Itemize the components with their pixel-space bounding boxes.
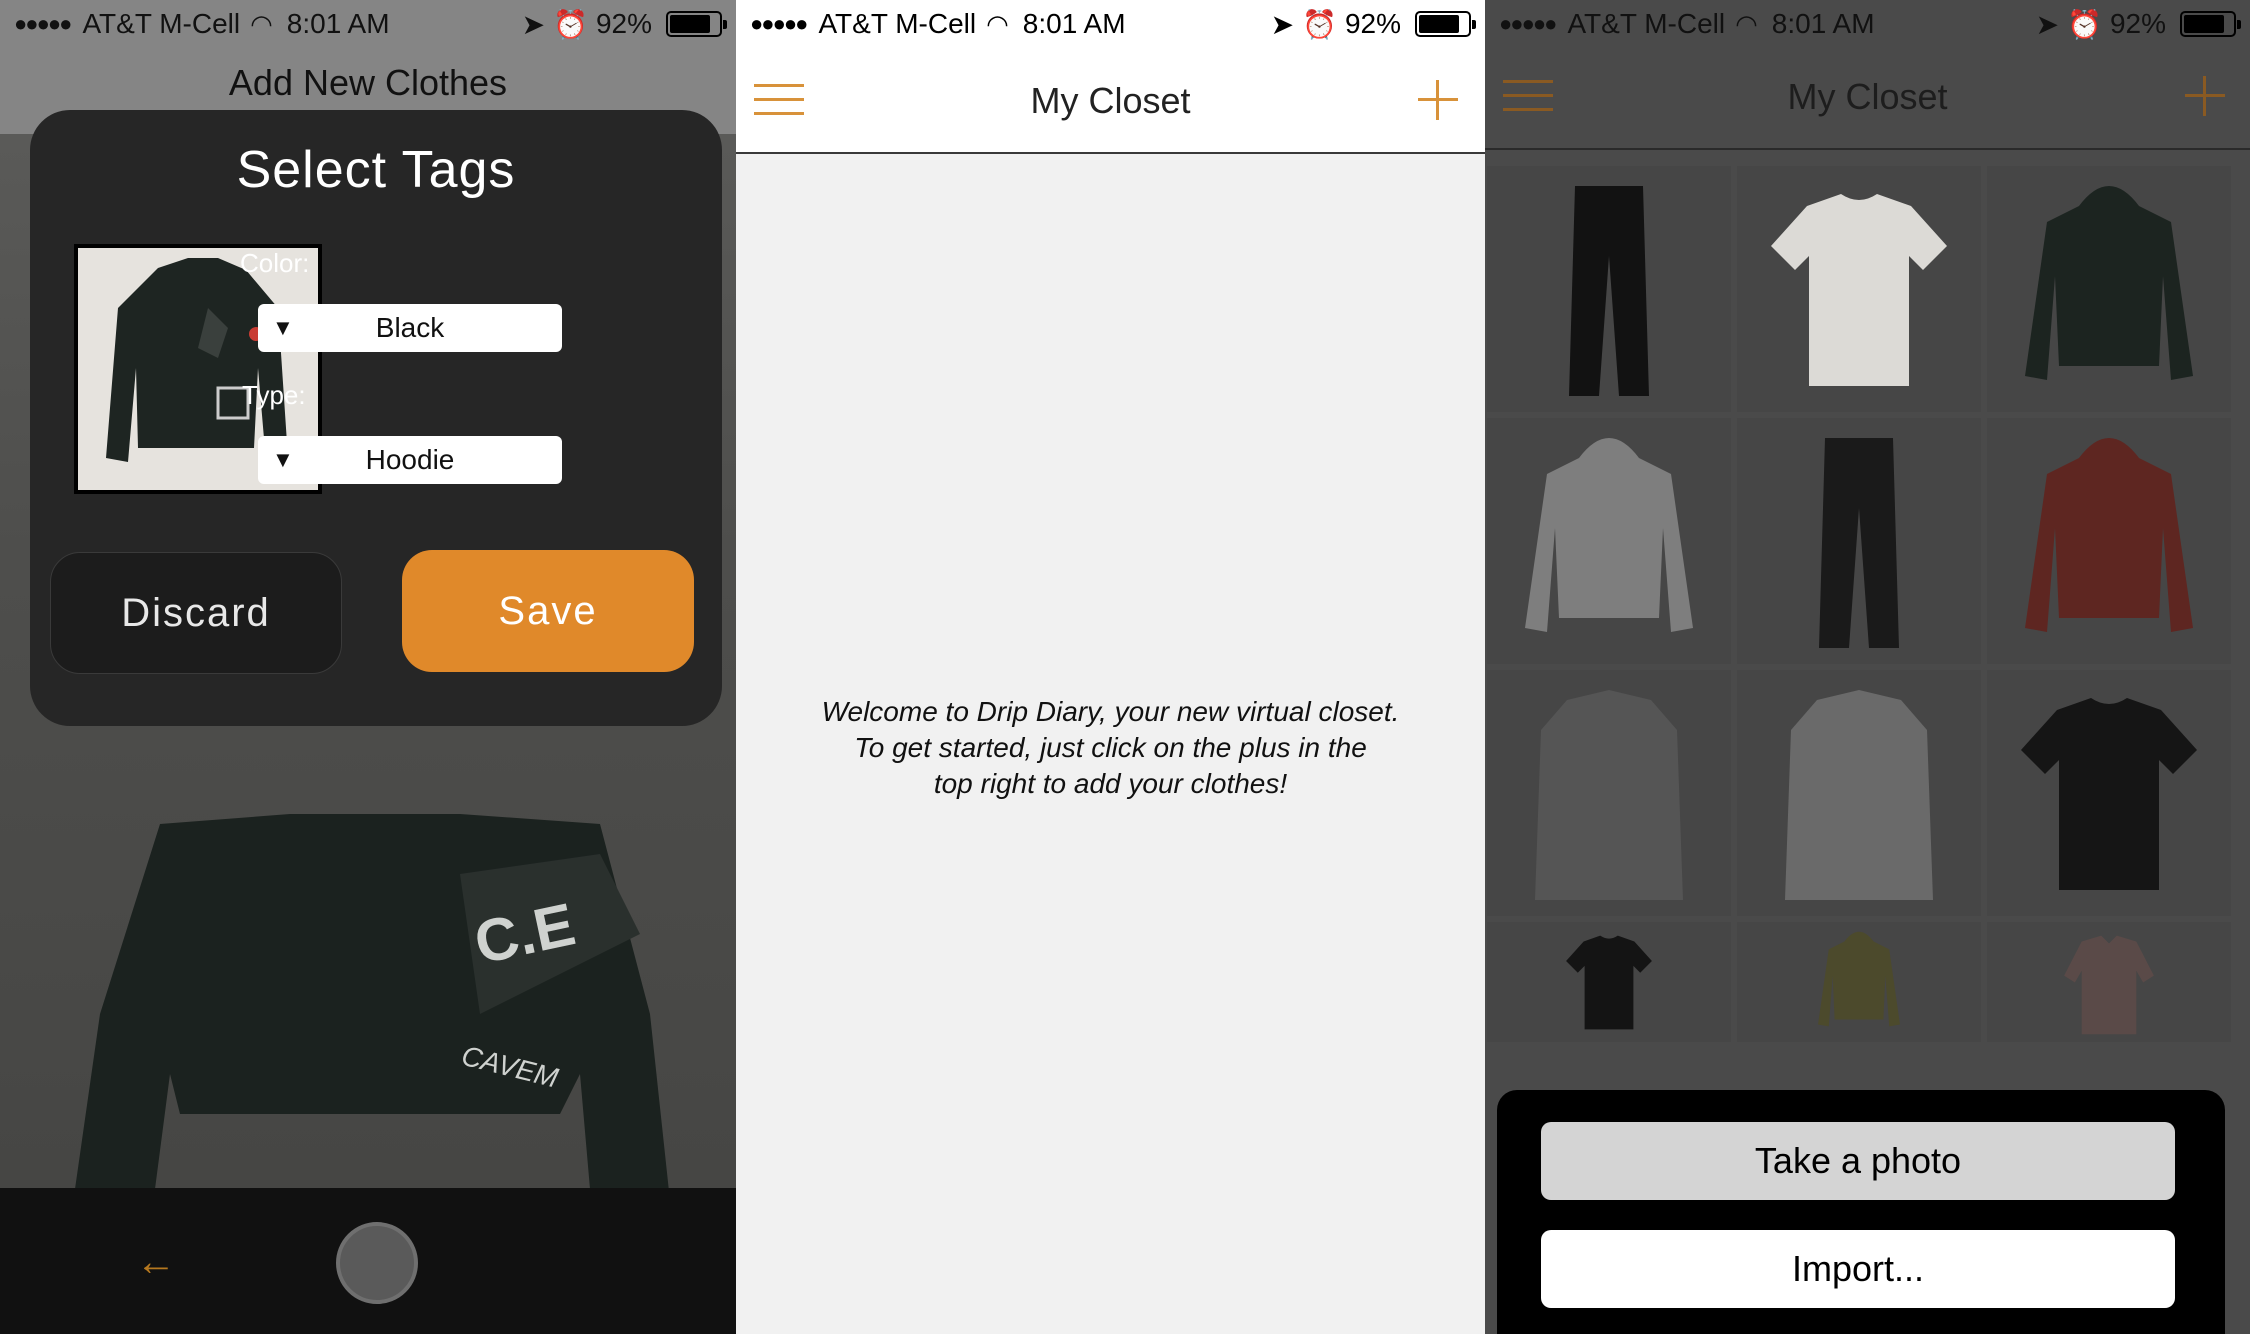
clothing-photo [1569,186,1649,396]
welcome-line: To get started, just click on the plus i… [854,732,1367,763]
clothing-photo [1525,438,1693,632]
location-icon: ➤ [2035,8,2060,40]
location-icon: ➤ [521,8,546,40]
clothing-photo [2021,698,2197,890]
clothing-photo [1819,438,1899,648]
welcome-line: Welcome to Drip Diary, your new virtual … [821,696,1400,727]
wifi-icon: ◠ [1735,8,1758,39]
dropdown-arrow-icon: ▼ [272,447,294,472]
add-action-sheet: Take a photo Import... [1497,1090,2225,1334]
carrier-label: AT&T M-Cell [818,8,977,39]
wifi-icon: ◠ [250,8,273,39]
page-title: My Closet [1787,76,1948,117]
clothing-photo [2064,935,2154,1035]
alarm-icon: ⏰ [553,8,588,40]
page-title: My Closet [1030,80,1191,121]
closet-item-gradient-coat[interactable] [1737,670,1981,916]
status-bar: ●●●●● AT&T M-Cell ◠ 8:01 AM ➤ ⏰ 92% [1485,0,2250,48]
clothing-photo [1535,690,1683,900]
closet-item-burgundy-turtleneck[interactable] [1987,418,2231,664]
nav-bar: My Closet [1485,44,2250,150]
closet-item-black-jeans[interactable] [1487,166,1731,412]
carrier-label: AT&T M-Cell [82,8,241,39]
add-clothes-screen: ●●●●● AT&T M-Cell ◠ 8:01 AM ➤ ⏰ 92% Add … [0,0,736,1334]
signal-icon: ●●●●● [1499,11,1557,36]
clothing-photo [1566,935,1652,1030]
clock: 8:01 AM [1771,8,1875,39]
location-icon: ➤ [1270,8,1295,40]
alarm-icon: ⏰ [2067,8,2102,40]
wifi-icon: ◠ [986,8,1009,39]
closet-item-grey-hoodie[interactable] [1487,418,1731,664]
signal-icon: ●●●●● [14,11,72,36]
clock: 8:01 AM [286,8,390,39]
status-bar: ●●●●● AT&T M-Cell ◠ 8:01 AM ➤ ⏰ 92% [0,0,736,48]
signal-icon: ●●●●● [750,11,808,36]
closet-item-black-print-tee[interactable] [1487,922,1731,1042]
closet-grid [1487,166,2231,1042]
empty-closet-screen: ●●●●● AT&T M-Cell ◠ 8:01 AM ➤ ⏰ 92% My C… [736,0,1485,1334]
page-title: Add New Clothes [228,62,508,103]
battery-icon [666,11,727,37]
status-bar: ●●●●● AT&T M-Cell ◠ 8:01 AM ➤ ⏰ 92% [736,0,1485,48]
dialog-title: Select Tags [236,141,516,199]
clock: 8:01 AM [1022,8,1126,39]
carrier-label: AT&T M-Cell [1567,8,1726,39]
battery-percent: 92% [1344,8,1401,39]
clothing-photo [2025,438,2193,632]
type-dropdown[interactable]: ▼ Hoodie [258,436,562,484]
nav-bar: My Closet [736,48,1485,154]
closet-screen: ●●●●● AT&T M-Cell ◠ 8:01 AM ➤ ⏰ 92% My C… [1485,0,2250,1334]
clothing-photo [1818,931,1900,1027]
battery-icon [2180,11,2241,37]
closet-item-grey-bleached-jacket[interactable] [1487,670,1731,916]
clothing-photo [1771,194,1947,386]
welcome-line: top right to add your clothes! [933,768,1288,799]
battery-percent: 92% [595,8,652,39]
clothing-photo [1785,690,1933,900]
back-arrow-icon[interactable]: ← [136,1240,176,1285]
dropdown-arrow-icon: ▼ [272,315,294,340]
add-plus-icon[interactable] [1418,80,1458,120]
color-value: Black [375,312,445,343]
select-tags-dialog: Select Tags Color: ▼ Black Type: ▼ Hoodi… [30,110,722,726]
closet-item-black-graphic-tee[interactable] [1987,670,2231,916]
type-label: Type: [242,380,306,410]
color-label: Color: [240,248,310,278]
color-dropdown[interactable]: ▼ Black [258,304,562,352]
import-button[interactable]: Import... [1541,1230,2175,1308]
discard-button[interactable]: Discard [50,552,342,674]
welcome-message: Welcome to Drip Diary, your new virtual … [776,694,1445,802]
add-plus-icon[interactable] [2185,76,2225,116]
alarm-icon: ⏰ [1302,8,1337,40]
clothing-photo [2025,186,2193,380]
closet-item-black-cargo-pants[interactable] [1737,418,1981,664]
take-photo-button[interactable]: Take a photo [1541,1122,2175,1200]
closet-item-plaid-shirt[interactable] [1987,922,2231,1042]
closet-item-black-distressed-hoodie[interactable] [1987,166,2231,412]
shutter-button[interactable] [336,1222,418,1304]
type-value: Hoodie [365,444,455,475]
save-button[interactable]: Save [402,550,694,672]
battery-percent: 92% [2109,8,2166,39]
battery-icon [1415,11,1476,37]
closet-item-white-tee[interactable] [1737,166,1981,412]
closet-item-olive-hoodie[interactable] [1737,922,1981,1042]
